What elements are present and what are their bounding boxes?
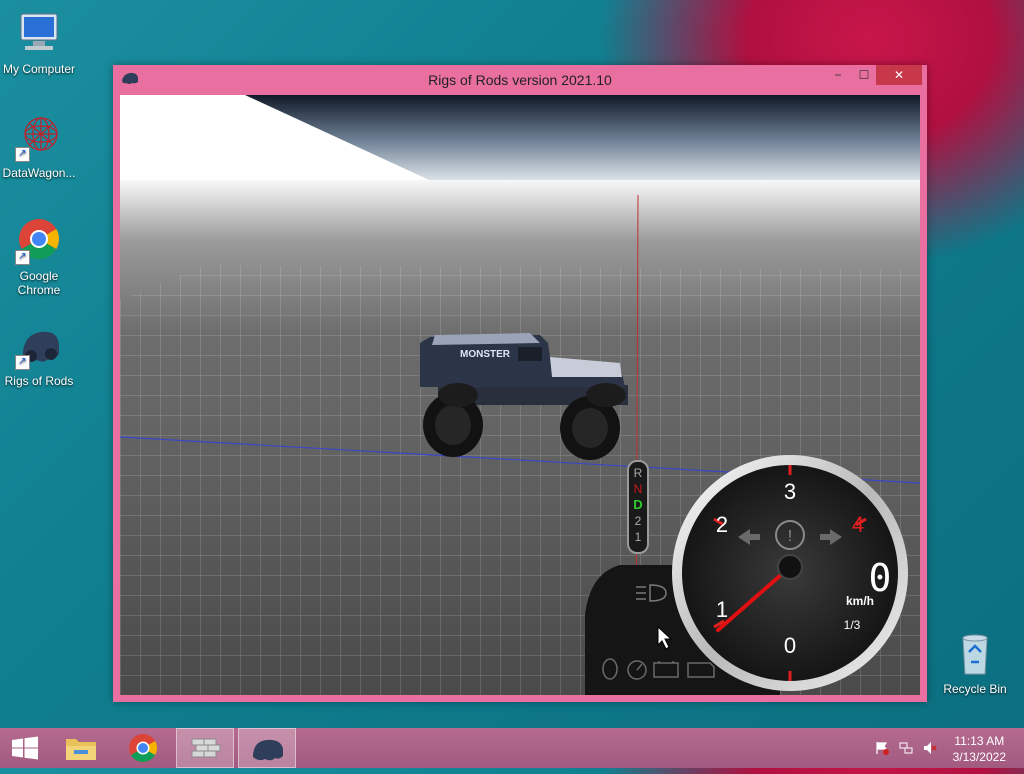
clock-date: 3/13/2022 — [952, 750, 1006, 764]
desktop-icon-google-chrome[interactable]: ↗ Google Chrome — [0, 217, 78, 297]
speed-tick-label: 4 — [852, 512, 864, 537]
desktop-icon-label: DataWagon... — [2, 166, 76, 180]
desktop-icon-label: Google Chrome — [17, 269, 61, 297]
speed-tick-label: 3 — [784, 479, 796, 504]
taskbar-chrome[interactable] — [114, 728, 172, 768]
close-button[interactable]: ✕ — [876, 65, 922, 85]
gear-letter: N — [634, 482, 643, 496]
desktop-icon-my-computer[interactable]: My Computer — [0, 10, 78, 76]
taskbar-wall-app[interactable] — [176, 728, 234, 768]
system-clock[interactable]: 11:13 AM 3/13/2022 — [953, 733, 1006, 765]
folder-icon — [66, 739, 96, 760]
chrome-icon — [129, 734, 157, 762]
game-viewport[interactable]: MONSTER R N D 2 1 0 1 2 3 4 ! 0 km/h 1/3 — [120, 95, 920, 695]
volume-muted-icon[interactable] — [923, 741, 937, 755]
speedometer: 0 1 2 3 4 ! 0 km/h 1/3 — [672, 455, 908, 691]
gear-indicator: R N D 2 1 — [627, 460, 649, 554]
svg-text:MONSTER: MONSTER — [460, 349, 511, 360]
window-title: Rigs of Rods version 2021.10 — [428, 72, 612, 88]
desktop-icon-label: My Computer — [2, 62, 76, 76]
shortcut-arrow-icon: ↗ — [15, 250, 30, 265]
desktop-icon-label: Recycle Bin — [943, 682, 1007, 696]
speed-tick-label: 0 — [784, 633, 796, 658]
maximize-button[interactable]: ☐ — [851, 65, 877, 85]
gear-ratio: 1/3 — [844, 618, 861, 632]
network-icon[interactable] — [899, 741, 913, 755]
speed-tick-label: 1 — [716, 597, 728, 622]
svg-text:!: ! — [788, 528, 792, 545]
computer-icon — [15, 10, 63, 58]
speed-tick-label: 2 — [716, 512, 728, 537]
game-scene: MONSTER R N D 2 1 0 1 2 3 4 ! 0 km/h 1/3 — [120, 95, 920, 695]
gear-letter: R — [634, 466, 643, 480]
window-titlebar[interactable]: Rigs of Rods version 2021.10 − ☐ ✕ — [113, 65, 927, 95]
minimize-button[interactable]: − — [825, 65, 851, 85]
desktop-icon-recycle-bin[interactable]: Recycle Bin — [936, 630, 1014, 696]
windows-logo-icon — [12, 736, 38, 760]
taskbar-rigs-of-rods[interactable] — [238, 728, 296, 768]
desktop-icon-datawagon[interactable]: ↗ DataWagon... — [0, 114, 78, 180]
rigs-of-rods-window: Rigs of Rods version 2021.10 − ☐ ✕ MONST… — [113, 65, 927, 702]
gear-letter: 2 — [635, 514, 642, 528]
shortcut-arrow-icon: ↗ — [15, 355, 30, 370]
recycle-bin-icon — [951, 630, 999, 678]
rigs-of-rods-icon — [253, 739, 283, 761]
speed-unit: km/h — [846, 594, 874, 608]
taskbar-file-explorer[interactable] — [52, 728, 110, 768]
desktop-icon-label: Rigs of Rods — [4, 374, 74, 388]
brick-wall-icon — [191, 738, 221, 758]
action-center-flag-icon[interactable] — [875, 741, 889, 755]
rigs-of-rods-icon: ↗ — [15, 322, 63, 370]
gear-letter-active: D — [633, 497, 642, 512]
desktop-icon-rigs-of-rods[interactable]: ↗ Rigs of Rods — [0, 322, 78, 388]
shortcut-arrow-icon: ↗ — [15, 147, 30, 162]
gear-letter: 1 — [635, 530, 642, 544]
taskbar: 11:13 AM 3/13/2022 — [0, 728, 1024, 768]
clock-time: 11:13 AM — [954, 734, 1005, 748]
start-button[interactable] — [0, 728, 58, 768]
chrome-icon: ↗ — [15, 217, 63, 265]
datawagon-icon: ↗ — [15, 114, 63, 162]
